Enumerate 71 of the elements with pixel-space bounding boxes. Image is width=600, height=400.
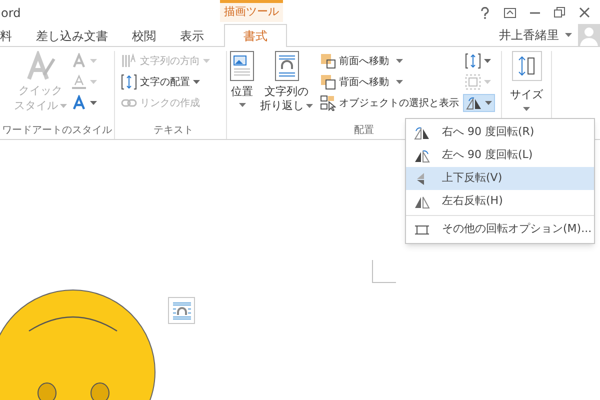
button-label: 文字列の [264, 85, 308, 99]
text-effects-icon [71, 95, 87, 111]
minimize-icon[interactable] [530, 12, 540, 14]
margin-corner-mark [372, 260, 396, 283]
caret-icon [60, 104, 67, 108]
send-backward-icon [320, 74, 336, 90]
caret-icon [203, 59, 210, 63]
rotate-left-icon [414, 148, 430, 162]
caret-icon [306, 104, 313, 108]
quick-style-label: スタイル [14, 98, 58, 113]
caret-icon [485, 101, 492, 105]
menu-item[interactable]: 左右反転(H) [406, 190, 594, 213]
size-button[interactable]: サイズ [510, 51, 543, 110]
rotate-icon [466, 95, 482, 111]
caret-icon [90, 59, 97, 63]
rotate-right-icon [414, 126, 430, 140]
caret-icon [523, 106, 530, 110]
group-icon [465, 74, 481, 90]
quick-style-label: クイック [18, 83, 62, 98]
menu-item[interactable]: 上下反転(V) [406, 167, 594, 190]
caret-icon [396, 80, 403, 84]
large-ribbon-button[interactable]: 文字列の 折り返し [257, 51, 316, 113]
flip-horizontal-icon [414, 194, 430, 208]
ribbon-display-icon[interactable] [504, 8, 516, 18]
arrange-button[interactable]: オブジェクトの選択と表示 [320, 94, 459, 112]
ribbon-tab[interactable]: 書式 [224, 24, 287, 47]
button-label: 折り返し [260, 99, 304, 113]
text-outline-icon [71, 74, 87, 90]
user-name[interactable]: 井上香緒里 [499, 26, 559, 44]
menu-item[interactable]: 右へ 90 度回転(R) [406, 121, 594, 144]
caret-icon [396, 59, 403, 63]
close-icon[interactable] [579, 7, 590, 18]
caret-icon [238, 103, 246, 107]
button-label: 位置 [231, 85, 253, 99]
text-style-button[interactable] [71, 95, 97, 111]
large-ribbon-button[interactable]: 位置 [227, 51, 257, 113]
text-wrap-icon [172, 300, 192, 320]
text-fill-icon [71, 53, 87, 69]
selection-pane-icon [320, 95, 336, 111]
position-icon [230, 51, 254, 81]
caret-icon [565, 32, 572, 36]
menu-item[interactable]: 左へ 90 度回転(L) [406, 144, 594, 167]
arrange-button[interactable]: 前面へ移動 [320, 52, 459, 70]
size-icon [512, 51, 542, 81]
menu-item[interactable]: その他の回転オプション(M)... [406, 218, 594, 241]
text-tool-button[interactable]: 文字の配置 [121, 73, 226, 91]
caret-icon [193, 80, 200, 84]
caret-icon [90, 80, 97, 84]
help-icon[interactable] [480, 6, 490, 18]
restore-icon[interactable] [554, 7, 565, 18]
arrange-button[interactable]: 背面へ移動 [320, 73, 459, 91]
group-label: ワードアートのスタイル [2, 124, 112, 137]
text-wrap-icon [274, 51, 298, 81]
app-title: ord [1, 4, 21, 22]
ribbon-tab[interactable]: 校閲 [120, 25, 168, 46]
caret-icon [484, 80, 491, 84]
arrange-icon-button[interactable] [463, 94, 495, 112]
text-direction-icon [121, 53, 137, 69]
context-tab-header: 描画ツール [220, 0, 283, 22]
caret-icon [90, 101, 97, 105]
group-label: 配置 [354, 124, 374, 137]
ribbon-tab[interactable]: 表示 [168, 25, 216, 46]
text-align-icon [121, 74, 137, 90]
ribbon-tab[interactable]: 差し込み文書 [24, 25, 120, 46]
bring-forward-icon [320, 53, 336, 69]
ribbon-tab[interactable]: 料 [0, 25, 24, 46]
text-align-icon [465, 53, 481, 69]
rotation-options-icon [414, 222, 430, 236]
layout-options-button[interactable] [168, 297, 195, 324]
caret-icon [484, 59, 491, 63]
group-label: テキスト [154, 124, 194, 137]
